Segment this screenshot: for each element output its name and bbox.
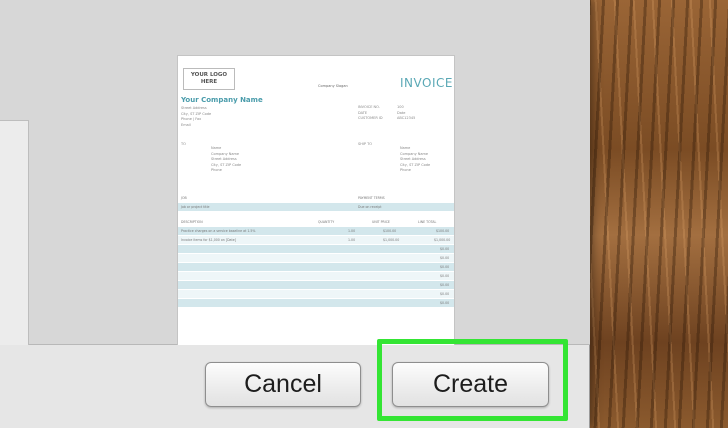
empty-total: $0.00 <box>440 292 450 296</box>
empty-row: $0.00 <box>178 281 454 290</box>
invoice-ship-to-label: SHIP TO <box>358 142 373 146</box>
empty-total: $0.00 <box>440 274 450 278</box>
column-header: UNIT PRICE <box>372 220 390 224</box>
job-header-row: JOB PAYMENT TERMS <box>178 194 454 203</box>
invoice-table: JOB PAYMENT TERMS Job or project title D… <box>178 194 454 308</box>
invoice-company-address: Street Address City, ST ZIP Code Phone |… <box>181 106 211 128</box>
address-line: Street Address <box>181 106 207 110</box>
empty-total: $0.00 <box>440 265 450 269</box>
empty-row: $0.00 <box>178 290 454 299</box>
invoice-ship-to-block: Name Company Name Street Address City, S… <box>400 146 430 174</box>
line-item-row: Practice charges on a service baseline a… <box>178 227 454 236</box>
item-qty: 1.00 <box>348 238 356 242</box>
empty-row: $0.00 <box>178 299 454 308</box>
job-value: Job or project title <box>181 205 210 209</box>
invoice-company-name: Your Company Name <box>181 96 263 104</box>
job-header: JOB <box>181 196 187 200</box>
empty-row: $0.00 <box>178 245 454 254</box>
meta-label: CUSTOMER ID <box>358 116 383 120</box>
item-unit-price: $1,000.00 <box>383 238 400 242</box>
invoice-slogan: Company Slogan <box>318 84 348 88</box>
invoice-to-label: TO <box>181 142 186 146</box>
create-button-highlight <box>377 339 568 421</box>
empty-total: $0.00 <box>440 256 450 260</box>
to-line: Street Address <box>211 157 237 161</box>
empty-total: $0.00 <box>440 247 450 251</box>
template-preview-area: YOUR LOGO HERE Company Slogan INVOICE Yo… <box>0 0 590 345</box>
invoice-title: INVOICE <box>400 76 453 90</box>
ship-to-line: Street Address <box>400 157 426 161</box>
empty-total: $0.00 <box>440 283 450 287</box>
item-total: $100.00 <box>436 229 450 233</box>
empty-row: $0.00 <box>178 272 454 281</box>
item-qty: 1.00 <box>348 229 356 233</box>
empty-row: $0.00 <box>178 263 454 272</box>
item-description: Invoice items for $1,000 on [Date] <box>181 238 236 242</box>
column-header: DESCRIPTION <box>181 220 203 224</box>
invoice-template-thumbnail[interactable]: YOUR LOGO HERE Company Slogan INVOICE Yo… <box>177 55 455 345</box>
invoice-to-block: Name Company Name Street Address City, S… <box>211 146 241 174</box>
empty-total: $0.00 <box>440 301 450 305</box>
invoice-logo-placeholder: YOUR LOGO HERE <box>183 68 235 90</box>
item-total: $1,000.00 <box>434 238 451 242</box>
column-header: QUANTITY <box>318 220 335 224</box>
columns-header-row: DESCRIPTION QUANTITY UNIT PRICE LINE TOT… <box>178 218 454 227</box>
item-unit-price: $100.00 <box>383 229 397 233</box>
cancel-button[interactable]: Cancel <box>205 362 361 407</box>
invoice-meta: INVOICE NO. 100 DATE Date CUSTOMER ID ABC12… <box>358 105 436 122</box>
line-item-row: Invoice items for $1,000 on [Date] 1.00 … <box>178 236 454 245</box>
payment-terms-value: Due on receipt <box>358 205 382 209</box>
job-row: Job or project title Due on receipt <box>178 203 454 212</box>
address-line: Email <box>181 122 191 127</box>
logo-text-line1: YOUR LOGO <box>190 72 228 78</box>
ship-to-line: Phone <box>400 168 411 172</box>
item-description: Practice charges on a service baseline a… <box>181 229 256 233</box>
to-line: Phone <box>211 168 222 172</box>
meta-value: ABC12345 <box>397 116 416 120</box>
template-dialog: YOUR LOGO HERE Company Slogan INVOICE Yo… <box>0 0 590 428</box>
template-list-panel[interactable] <box>0 120 29 345</box>
logo-text-line2: HERE <box>200 79 218 85</box>
empty-row: $0.00 <box>178 254 454 263</box>
column-header: LINE TOTAL <box>418 220 437 224</box>
payment-terms-header: PAYMENT TERMS <box>358 196 385 200</box>
